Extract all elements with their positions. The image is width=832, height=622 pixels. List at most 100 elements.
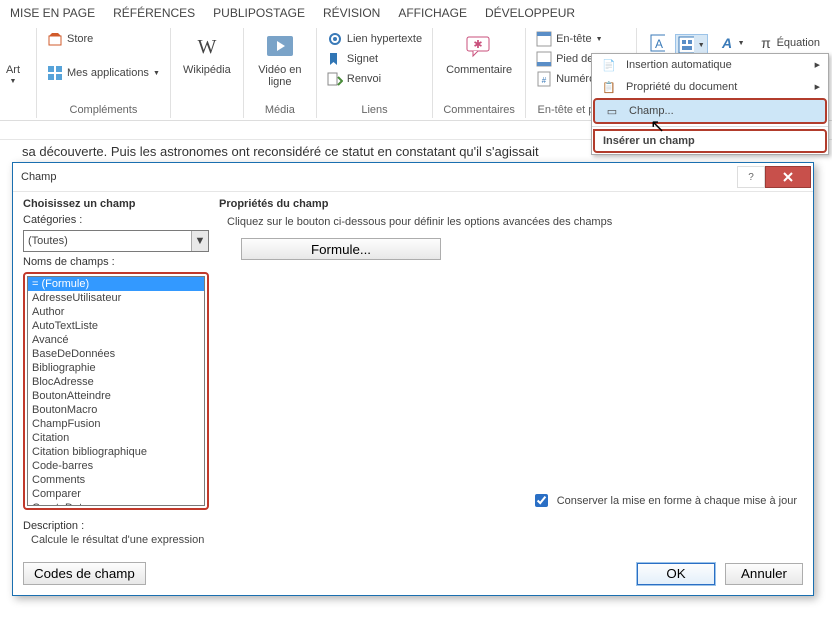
list-item[interactable]: Comments bbox=[28, 473, 204, 487]
menu-insert-field-label: Insérer un champ bbox=[603, 135, 695, 147]
fieldnames-label: Noms de champs : bbox=[23, 256, 209, 268]
field-codes-button[interactable]: Codes de champ bbox=[23, 562, 146, 585]
store-button[interactable]: Store bbox=[45, 30, 162, 48]
list-item[interactable]: ChampFusion bbox=[28, 417, 204, 431]
comment-button[interactable]: ✱ Commentaire bbox=[441, 30, 517, 76]
bookmark-label: Signet bbox=[347, 53, 378, 65]
ribbon-tabs: MISE EN PAGE RÉFÉRENCES PUBLIPOSTAGE RÉV… bbox=[0, 0, 832, 28]
group-complements: Compléments bbox=[45, 102, 162, 118]
myapps-label: Mes applications bbox=[67, 67, 149, 79]
art-button[interactable]: Art ▼ bbox=[2, 30, 28, 102]
list-item[interactable]: Citation bibliographique bbox=[28, 445, 204, 459]
group-links: Liens bbox=[325, 102, 424, 118]
hint-text: Cliquez sur le bouton ci-dessous pour dé… bbox=[219, 210, 803, 238]
menu-docprop-label: Propriété du document bbox=[626, 81, 737, 93]
fieldnames-frame: = (Formule) AdresseUtilisateur Author Au… bbox=[23, 272, 209, 510]
list-item[interactable]: Code-barres bbox=[28, 459, 204, 473]
field-dialog-scrim: Champ ? Choisissez un champ Catégories :… bbox=[12, 162, 812, 596]
bookmark-button[interactable]: Signet bbox=[325, 50, 424, 68]
menu-field-label: Champ... bbox=[629, 105, 674, 117]
menu-docprop[interactable]: 📋Propriété du document▶ bbox=[592, 76, 828, 98]
list-item[interactable]: BoutonMacro bbox=[28, 403, 204, 417]
properties-label: Propriétés du champ bbox=[219, 198, 803, 210]
group-media: Média bbox=[252, 102, 308, 118]
titlebar[interactable]: Champ ? bbox=[13, 163, 813, 192]
list-item[interactable]: BaseDeDonnées bbox=[28, 347, 204, 361]
equation-label: Équation bbox=[777, 37, 820, 49]
preserve-label: Conserver la mise en forme à chaque mise… bbox=[557, 495, 797, 507]
wordart-button[interactable]: A▼ bbox=[716, 34, 747, 52]
list-item[interactable]: = (Formule) bbox=[28, 277, 204, 291]
crossref-label: Renvoi bbox=[347, 73, 381, 85]
dropdown-icon: ▼ bbox=[191, 231, 208, 251]
quickparts-menu: 📄Insertion automatique▶ 📋 Propriété du do… bbox=[591, 53, 829, 155]
field-icon: ▭ bbox=[603, 104, 621, 118]
autotext-icon: 📄 bbox=[600, 58, 618, 72]
list-item[interactable]: AutoTextListe bbox=[28, 319, 204, 333]
svg-text:A: A bbox=[721, 35, 732, 51]
formula-button[interactable]: Formule... bbox=[241, 238, 441, 260]
field-dialog: Champ ? Choisissez un champ Catégories :… bbox=[12, 162, 814, 596]
svg-text:W: W bbox=[197, 36, 216, 57]
svg-text:#: # bbox=[542, 76, 547, 85]
list-item[interactable]: Author bbox=[28, 305, 204, 319]
header-icon bbox=[536, 31, 552, 47]
svg-text:✱: ✱ bbox=[473, 39, 482, 51]
help-button[interactable]: ? bbox=[737, 166, 765, 188]
fieldnames-list[interactable]: = (Formule) AdresseUtilisateur Author Au… bbox=[27, 276, 205, 506]
comment-label: Commentaire bbox=[446, 64, 512, 76]
close-button[interactable] bbox=[765, 166, 811, 188]
category-selected: (Toutes) bbox=[28, 235, 68, 247]
list-item[interactable]: BoutonAtteindre bbox=[28, 389, 204, 403]
description-label: Description : bbox=[23, 520, 803, 532]
category-select[interactable]: (Toutes) ▼ bbox=[23, 230, 209, 252]
video-icon bbox=[264, 30, 296, 62]
art-icon bbox=[0, 30, 29, 62]
tab-review[interactable]: RÉVISION bbox=[323, 6, 380, 20]
quickparts-icon bbox=[678, 37, 694, 53]
menu-autotext[interactable]: 📄Insertion automatique▶ bbox=[592, 54, 828, 76]
tab-layout[interactable]: MISE EN PAGE bbox=[10, 6, 95, 20]
tab-mailings[interactable]: PUBLIPOSTAGE bbox=[213, 6, 305, 20]
apps-icon bbox=[47, 65, 63, 81]
art-label: Art bbox=[6, 64, 20, 76]
categories-label: Catégories : bbox=[23, 214, 209, 226]
svg-text:π: π bbox=[761, 35, 771, 51]
pagenum-icon: # bbox=[536, 71, 552, 87]
crossref-button[interactable]: Renvoi bbox=[325, 70, 424, 88]
list-item[interactable]: Avancé bbox=[28, 333, 204, 347]
list-item[interactable]: CreateDate bbox=[28, 501, 204, 506]
ribbon: Art ▼ Store Mes applications ▼ Complémen… bbox=[0, 28, 832, 121]
ok-button[interactable]: OK bbox=[637, 563, 715, 585]
list-item[interactable]: Citation bbox=[28, 431, 204, 445]
textbox-button[interactable]: A bbox=[647, 34, 667, 52]
header-label: En-tête bbox=[556, 33, 591, 45]
dialog-title: Champ bbox=[21, 171, 737, 183]
hyperlink-button[interactable]: Lien hypertexte bbox=[325, 30, 424, 48]
tab-references[interactable]: RÉFÉRENCES bbox=[113, 6, 195, 20]
list-item[interactable]: Comparer bbox=[28, 487, 204, 501]
list-item[interactable]: BlocAdresse bbox=[28, 375, 204, 389]
cancel-button[interactable]: Annuler bbox=[725, 563, 803, 585]
equation-button[interactable]: π Équation bbox=[755, 34, 822, 52]
wikipedia-button[interactable]: W Wikipédia bbox=[179, 30, 235, 76]
wordart-icon: A bbox=[718, 35, 734, 51]
video-label: Vidéo en ligne bbox=[252, 64, 308, 88]
header-button[interactable]: En-tête ▼ bbox=[534, 30, 628, 48]
docprop-icon: 📋 bbox=[600, 80, 618, 94]
tab-view[interactable]: AFFICHAGE bbox=[398, 6, 467, 20]
link-icon bbox=[327, 31, 343, 47]
list-item[interactable]: Bibliographie bbox=[28, 361, 204, 375]
video-button[interactable]: Vidéo en ligne bbox=[252, 30, 308, 88]
equation-icon: π bbox=[757, 35, 773, 51]
bookmark-icon bbox=[327, 51, 343, 67]
footer-icon bbox=[536, 51, 552, 67]
group-comments: Commentaires bbox=[441, 102, 517, 118]
wikipedia-icon: W bbox=[191, 30, 223, 62]
tab-developer[interactable]: DÉVELOPPEUR bbox=[485, 6, 575, 20]
myapps-button[interactable]: Mes applications ▼ bbox=[45, 64, 162, 82]
preserve-checkbox[interactable] bbox=[535, 494, 548, 507]
menu-field[interactable]: ▭ Champ... bbox=[593, 98, 827, 124]
list-item[interactable]: AdresseUtilisateur bbox=[28, 291, 204, 305]
menu-insert-field[interactable]: Insérer un champ bbox=[593, 129, 827, 153]
